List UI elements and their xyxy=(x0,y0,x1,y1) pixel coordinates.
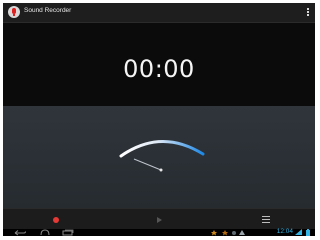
overflow-menu-icon[interactable] xyxy=(303,6,313,19)
vu-meter-panel xyxy=(3,106,315,208)
home-icon[interactable] xyxy=(38,229,52,236)
action-bar: Sound Recorder xyxy=(3,3,315,23)
record-icon xyxy=(53,217,59,223)
meter-pivot xyxy=(159,168,163,172)
wifi-icon xyxy=(295,229,302,235)
play-icon xyxy=(157,217,162,223)
recordings-list-button[interactable] xyxy=(260,214,272,226)
meter-needle xyxy=(133,158,162,171)
status-clock: 12:04 xyxy=(276,228,293,235)
battery-icon xyxy=(306,229,310,236)
app-title: Sound Recorder xyxy=(24,7,72,14)
screen: Sound Recorder 00:00 12:04 xyxy=(3,3,315,236)
play-button[interactable] xyxy=(153,214,165,226)
control-bar xyxy=(3,208,315,230)
vu-meter xyxy=(119,140,205,172)
timer-panel: 00:00 xyxy=(3,23,315,106)
back-icon[interactable] xyxy=(13,229,27,236)
recent-apps-icon[interactable] xyxy=(61,229,75,236)
system-bar: 12:04 xyxy=(3,228,315,236)
recording-timer: 00:00 xyxy=(123,55,195,83)
notification-icon[interactable] xyxy=(211,229,245,236)
record-button[interactable] xyxy=(50,214,62,226)
meter-arc xyxy=(119,140,205,158)
microphone-icon xyxy=(8,6,20,18)
device-frame: Sound Recorder 00:00 12:04 xyxy=(0,0,318,240)
